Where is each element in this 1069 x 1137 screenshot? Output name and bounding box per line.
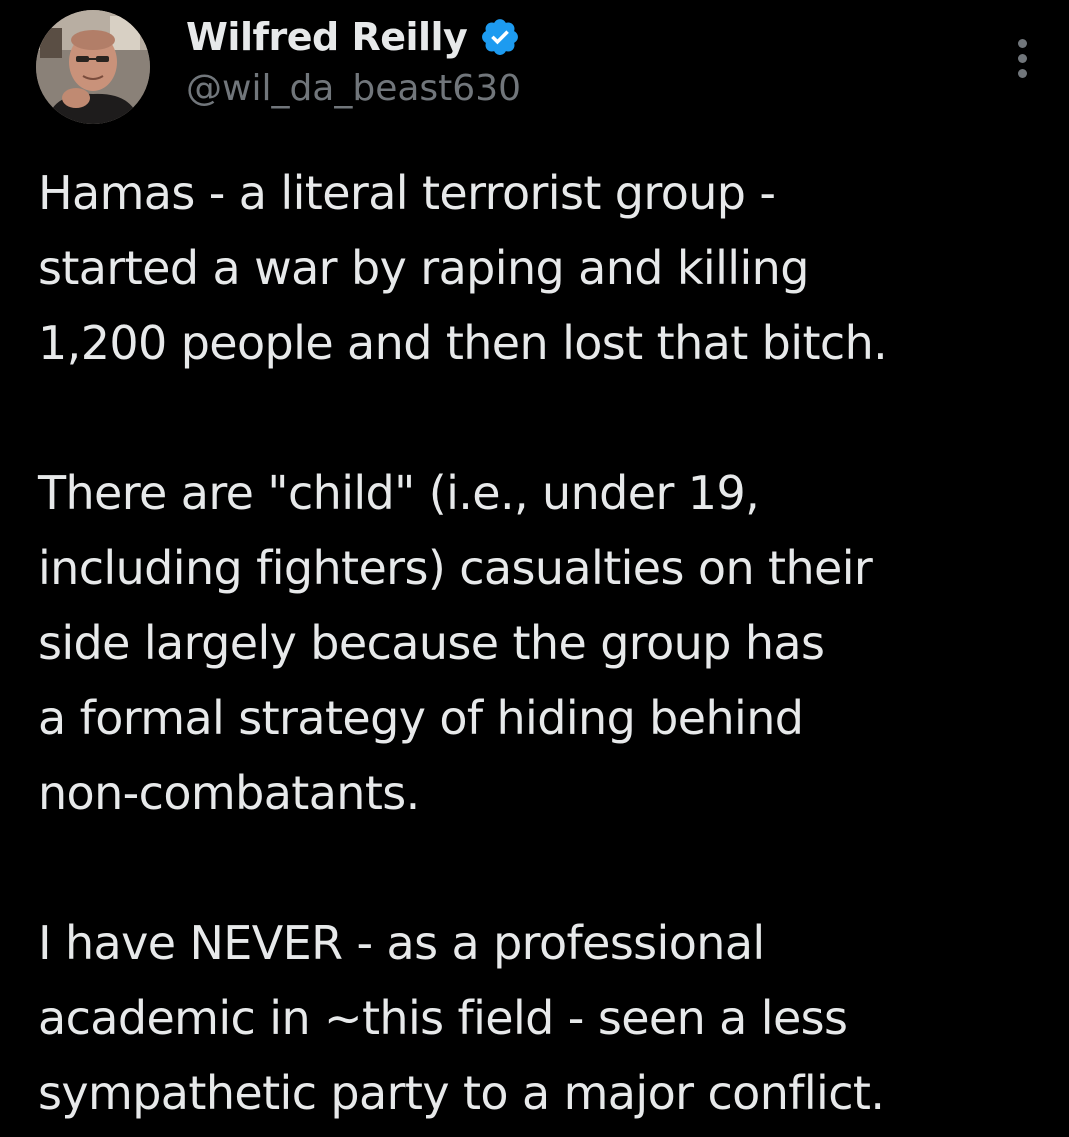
tweet-paragraph: There are "child" (i.e., under 19, inclu…: [38, 456, 1048, 831]
profile-photo-icon: [36, 10, 150, 124]
author-name-row: Wilfred Reilly: [186, 10, 521, 64]
tweet-line: Hamas - a literal terrorist group -: [38, 166, 776, 220]
more-options-button[interactable]: [1002, 30, 1042, 86]
tweet-line: There are "child" (i.e., under 19,: [38, 466, 760, 520]
tweet-paragraph: Hamas - a literal terrorist group - star…: [38, 156, 1048, 381]
ellipsis-vertical-icon: [1017, 38, 1027, 48]
tweet: Wilfred Reilly @wil_da_beast630 Hamas - …: [0, 0, 1069, 1137]
author-handle[interactable]: @wil_da_beast630: [186, 68, 521, 109]
tweet-line: 1,200 people and then lost that bitch.: [38, 316, 888, 370]
tweet-text: Hamas - a literal terrorist group - star…: [38, 156, 1048, 1131]
tweet-line: non-combatants.: [38, 766, 420, 820]
tweet-line: I have NEVER - as a professional: [38, 916, 765, 970]
ellipsis-vertical-icon: [1017, 53, 1027, 63]
author-display-name[interactable]: Wilfred Reilly: [186, 15, 468, 59]
tweet-line: including fighters) casualties on their: [38, 541, 873, 595]
tweet-line: sympathetic party to a major conflict.: [38, 1066, 885, 1120]
verified-badge-icon[interactable]: [479, 16, 521, 58]
tweet-paragraph: I have NEVER - as a professional academi…: [38, 906, 1048, 1131]
avatar[interactable]: [36, 10, 150, 124]
tweet-line: started a war by raping and killing: [38, 241, 809, 295]
tweet-line: side largely because the group has: [38, 616, 825, 670]
ellipsis-vertical-icon: [1017, 68, 1027, 78]
tweet-line: academic in ~this field - seen a less: [38, 991, 848, 1045]
tweet-line: a formal strategy of hiding behind: [38, 691, 804, 745]
